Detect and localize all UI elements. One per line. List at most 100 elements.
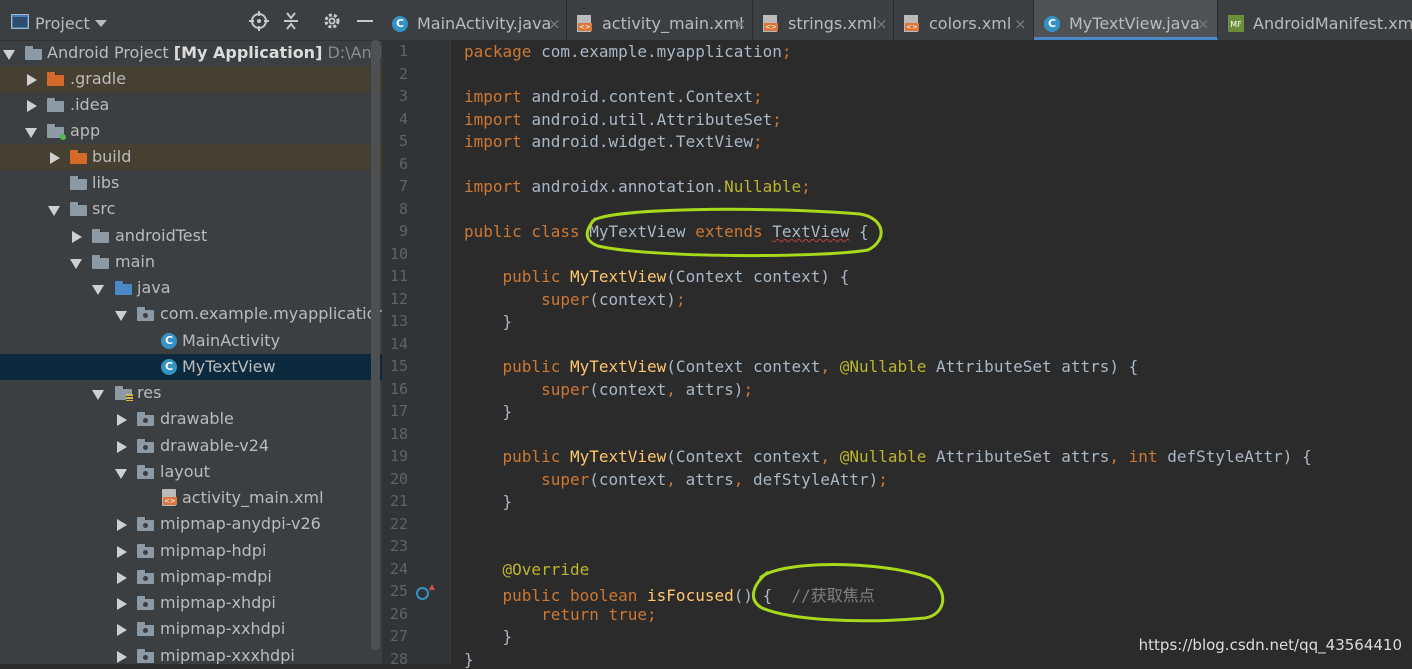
code-token: public	[464, 357, 570, 376]
code-token: MyTextView	[569, 357, 667, 376]
tree-item-app[interactable]: app	[0, 118, 382, 144]
expand-arrow-icon[interactable]	[27, 74, 37, 86]
code-line[interactable]: }	[464, 627, 513, 646]
code-token: //获取焦点	[791, 586, 875, 605]
expand-arrow-icon[interactable]	[72, 231, 82, 243]
expand-arrow-icon[interactable]	[48, 206, 60, 216]
project-tree-scrollbar[interactable]	[371, 40, 380, 650]
expand-arrow-icon[interactable]	[92, 390, 104, 400]
tree-item-label: main	[115, 252, 155, 271]
tree-item-mipmap-hdpi[interactable]: mipmap-hdpi	[0, 538, 382, 564]
expand-arrow-icon[interactable]	[70, 259, 82, 269]
code-line[interactable]: public class MyTextView extends TextView…	[464, 222, 869, 241]
tree-item-idea[interactable]: .idea	[0, 92, 382, 118]
code-token: ;	[675, 289, 686, 309]
tab-mytextview-java[interactable]: C MyTextView.java ×	[1034, 0, 1218, 40]
tree-item-java[interactable]: java	[0, 275, 382, 301]
line-number: 20	[389, 469, 408, 488]
expand-arrow-icon[interactable]	[117, 624, 127, 636]
expand-arrow-icon[interactable]	[117, 572, 127, 584]
tree-item-libs[interactable]: libs	[0, 170, 382, 196]
line-number: 17	[389, 402, 408, 420]
tree-item-mainactivity[interactable]: C MainActivity	[0, 328, 382, 354]
expand-arrow-icon[interactable]	[115, 469, 127, 479]
code-line[interactable]: import android.widget.TextView;	[464, 132, 763, 151]
code-line[interactable]: super(context, attrs);	[464, 380, 753, 399]
line-number: 27	[389, 627, 408, 645]
tree-item-mipmap-mdpi[interactable]: mipmap-mdpi	[0, 564, 382, 590]
tree-item-mipmap-xxxhdpi[interactable]: mipmap-xxxhdpi	[0, 643, 382, 664]
code-line[interactable]: public MyTextView(Context context, @Null…	[464, 357, 1139, 376]
tab-androidmanifest-xml[interactable]: MF AndroidManifest.xml	[1218, 0, 1412, 40]
tree-item-activity-main-xml[interactable]: activity_main.xml	[0, 485, 382, 511]
tree-item-drawable[interactable]: drawable	[0, 406, 382, 432]
code-token: attrs)	[685, 379, 744, 399]
code-editor[interactable]: package com.example.myapplication; import…	[451, 40, 1412, 669]
tree-item-mipmap-xxhdpi[interactable]: mipmap-xxhdpi	[0, 616, 382, 642]
expand-arrow-icon[interactable]	[115, 311, 127, 321]
expand-arrow-icon[interactable]	[117, 651, 127, 663]
override-method-icon[interactable]	[416, 587, 429, 600]
tab-mainactivity-java[interactable]: C MainActivity.java ×	[382, 0, 567, 40]
expand-arrow-icon[interactable]	[92, 285, 104, 295]
tree-item-root[interactable]: Android Project [My Application] D:\Andr…	[0, 40, 382, 66]
chevron-down-icon[interactable]	[95, 20, 107, 28]
project-view-title[interactable]: Project	[35, 14, 90, 33]
code-token: ;	[801, 177, 811, 196]
expand-arrow-icon[interactable]	[117, 519, 127, 531]
code-line[interactable]: }	[464, 312, 513, 331]
expand-arrow-icon[interactable]	[25, 128, 37, 138]
arrow-up-icon	[429, 584, 435, 590]
code-line[interactable]: }	[464, 402, 513, 421]
line-number: 19	[389, 447, 408, 465]
project-name-label: [My Application]	[173, 43, 323, 62]
excluded-folder-icon	[47, 72, 64, 86]
code-line[interactable]: package com.example.myapplication;	[464, 42, 792, 61]
code-line[interactable]: public MyTextView(Context context) {	[464, 267, 850, 286]
tree-item-mipmap-xhdpi[interactable]: mipmap-xhdpi	[0, 590, 382, 616]
tree-item-src[interactable]: src	[0, 196, 382, 222]
code-token: super	[464, 289, 590, 309]
tree-item-label: mipmap-xxxhdpi	[160, 646, 295, 664]
expand-arrow-icon[interactable]	[27, 100, 37, 112]
code-line[interactable]: public boolean isFocused() { //获取焦点	[464, 582, 875, 606]
code-line[interactable]: @Override	[464, 560, 590, 579]
tree-item-layout[interactable]: layout	[0, 459, 382, 485]
code-line[interactable]: public MyTextView(Context context, @Null…	[464, 447, 1312, 466]
code-line[interactable]: super(context, attrs, defStyleAttr);	[464, 470, 888, 489]
tree-item-res[interactable]: res	[0, 380, 382, 406]
project-window-icon	[11, 14, 29, 29]
tree-item-gradle[interactable]: .gradle	[0, 66, 382, 92]
expand-arrow-icon[interactable]	[117, 598, 127, 610]
folder-icon	[47, 98, 64, 112]
code-token: package	[464, 42, 542, 61]
tab-strings-xml[interactable]: strings.xml ×	[753, 0, 894, 40]
expand-arrow-icon[interactable]	[3, 50, 15, 60]
code-line[interactable]: }	[464, 650, 474, 669]
tree-item-drawable-v24[interactable]: drawable-v24	[0, 433, 382, 459]
tab-colors-xml[interactable]: colors.xml ×	[894, 0, 1034, 40]
tree-item-package[interactable]: com.example.myapplication	[0, 301, 382, 327]
code-line[interactable]: import androidx.annotation.Nullable;	[464, 177, 811, 196]
tree-item-mytextview[interactable]: C MyTextView	[0, 354, 382, 380]
expand-arrow-icon[interactable]	[50, 152, 60, 164]
code-token: AttributeSet attrs) {	[936, 357, 1139, 376]
code-line[interactable]: super(context);	[464, 290, 686, 309]
expand-arrow-icon[interactable]	[117, 441, 127, 453]
code-line[interactable]: }	[464, 492, 513, 511]
locate-crosshair-icon[interactable]	[249, 11, 269, 31]
expand-arrow-icon[interactable]	[117, 414, 127, 426]
code-line[interactable]: import android.content.Context;	[464, 87, 763, 106]
expand-arrow-icon[interactable]	[117, 546, 127, 558]
tab-activity-main-xml[interactable]: activity_main.xml ×	[567, 0, 753, 40]
code-line[interactable]: import android.util.AttributeSet;	[464, 110, 782, 129]
tree-item-mipmap-anydpi-v26[interactable]: mipmap-anydpi-v26	[0, 511, 382, 537]
hide-panel-icon[interactable]	[356, 11, 374, 31]
code-line[interactable]: return true;	[464, 605, 657, 624]
tree-item-build[interactable]: build	[0, 144, 382, 170]
tree-item-main[interactable]: main	[0, 249, 382, 275]
code-token: super	[464, 469, 590, 489]
tree-item-androidtest[interactable]: androidTest	[0, 223, 382, 249]
gear-icon[interactable]	[322, 11, 342, 31]
collapse-all-icon[interactable]	[281, 11, 301, 31]
